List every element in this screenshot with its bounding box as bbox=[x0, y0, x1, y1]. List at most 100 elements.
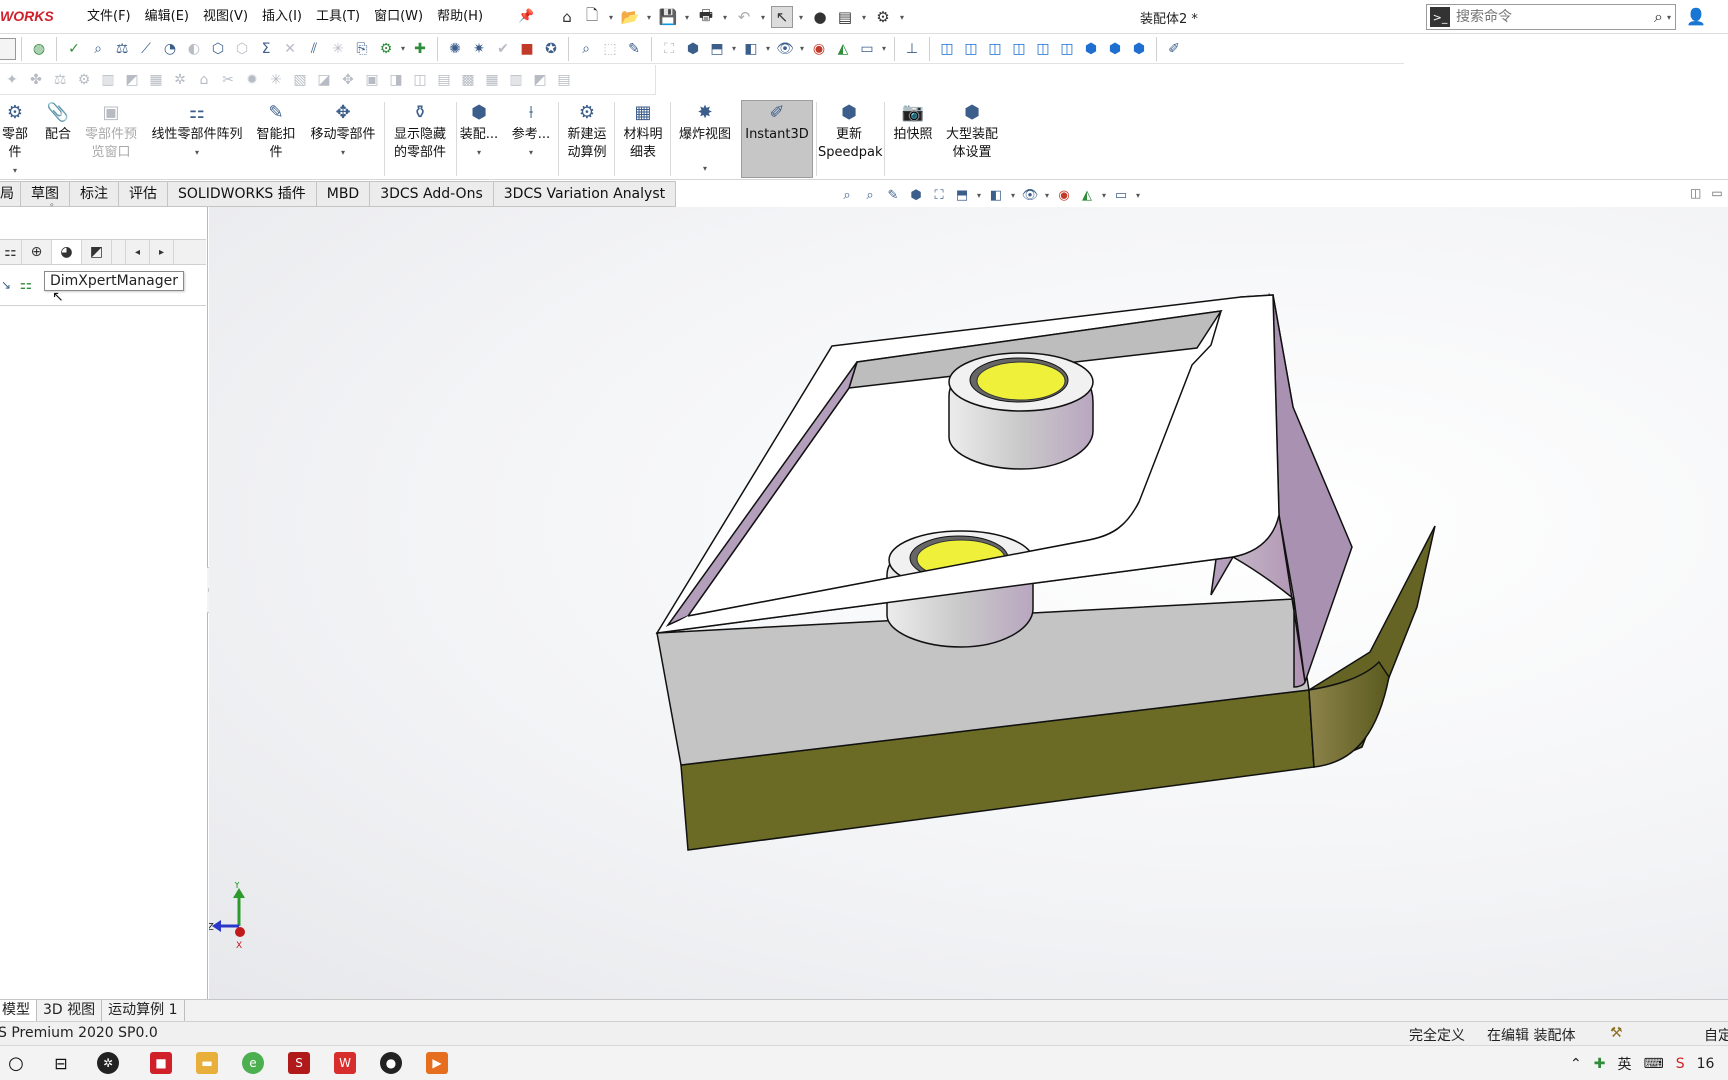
user-icon[interactable]: 👤 bbox=[1686, 7, 1706, 26]
measure-icon[interactable]: ⌕ bbox=[86, 37, 110, 61]
obs-icon[interactable]: ● bbox=[380, 1052, 402, 1074]
chevron-down-icon[interactable]: ▾ bbox=[1667, 13, 1671, 22]
chevron-down-icon[interactable]: ▾ bbox=[879, 44, 889, 53]
chevron-down-icon[interactable]: ▾ bbox=[897, 13, 907, 22]
chevron-left-icon[interactable]: ◂ bbox=[126, 240, 150, 264]
chevron-down-icon[interactable]: ▾ bbox=[729, 44, 739, 53]
tool-icon[interactable]: ▤ bbox=[552, 68, 576, 92]
chevron-down-icon[interactable]: ▾ bbox=[1042, 191, 1052, 200]
display-monitor-icon[interactable]: ▭ bbox=[855, 37, 879, 61]
menu-insert[interactable]: 插入(I) bbox=[255, 0, 309, 34]
normal-to-icon[interactable]: ⊥ bbox=[900, 37, 924, 61]
chevron-down-icon[interactable]: ▾ bbox=[974, 191, 984, 200]
tool-icon[interactable]: ▦ bbox=[480, 68, 504, 92]
chevron-down-icon[interactable]: ▾ bbox=[1099, 191, 1109, 200]
ime-indicator[interactable]: 英 bbox=[1617, 1054, 1631, 1074]
media-player-icon[interactable]: ▶ bbox=[426, 1052, 448, 1074]
tool-icon[interactable]: ▤ bbox=[432, 68, 456, 92]
edit-appearance-icon[interactable]: ◉ bbox=[807, 37, 831, 61]
tray-app-icon[interactable]: ✚ bbox=[1594, 1056, 1606, 1072]
rebuild-icon[interactable]: ✺ bbox=[443, 37, 467, 61]
interference-icon[interactable]: ◔ bbox=[158, 37, 182, 61]
configuration-dropdown[interactable] bbox=[0, 37, 16, 60]
menu-help[interactable]: 帮助(H) bbox=[430, 0, 490, 34]
appearance-icon[interactable]: ◍ bbox=[27, 37, 51, 61]
take-snapshot-button[interactable]: 📷 拍快照 bbox=[888, 104, 938, 144]
keyboard-icon[interactable]: ⌨ bbox=[1643, 1056, 1663, 1072]
symmetry-icon[interactable]: ✳ bbox=[326, 37, 350, 61]
show-hidden-components-button[interactable]: ⚱ 显示隐藏 的零部件 bbox=[388, 104, 452, 162]
tab-markup[interactable]: 标注 bbox=[70, 181, 119, 207]
component-preview-button[interactable]: ▣ 零部件预 览窗口 bbox=[80, 104, 142, 162]
move-component-button[interactable]: ✥ 移动零部件 ▾ bbox=[306, 104, 380, 162]
print-icon[interactable]: 🖶 bbox=[695, 6, 717, 28]
tool-icon[interactable]: ▣ bbox=[360, 68, 384, 92]
3d-view-icon[interactable]: ⬢ bbox=[681, 37, 705, 61]
insert-component-button[interactable]: ⚙ 零部件 ▾ bbox=[0, 104, 34, 180]
browser-e-icon[interactable]: e bbox=[242, 1052, 264, 1074]
right-view-icon[interactable]: ◫ bbox=[1007, 37, 1031, 61]
display-manager-tab-icon[interactable]: ◩ bbox=[82, 240, 112, 264]
sensor-icon[interactable]: ✕ bbox=[278, 37, 302, 61]
model-render[interactable] bbox=[209, 207, 1728, 999]
dimxpert-manager-tab-icon[interactable]: ◕ bbox=[52, 240, 82, 264]
chevron-down-icon[interactable]: ▾ bbox=[644, 13, 654, 22]
chevron-down-icon[interactable]: ▾ bbox=[682, 13, 692, 22]
tab-model[interactable]: 模型 bbox=[0, 1000, 37, 1021]
tab-3dcs-variation-analyst[interactable]: 3DCS Variation Analyst bbox=[493, 181, 677, 207]
gear-icon[interactable]: ⚙ bbox=[872, 6, 894, 28]
pin-icon[interactable]: 📌 bbox=[518, 9, 534, 24]
app-youdao-icon[interactable]: ■ bbox=[150, 1052, 172, 1074]
chevron-down-icon[interactable]: ▾ bbox=[758, 13, 768, 22]
tool-icon[interactable]: ◩ bbox=[120, 68, 144, 92]
ruler-icon[interactable]: ✐ bbox=[1162, 37, 1186, 61]
section-view-icon[interactable]: ✎ bbox=[622, 37, 646, 61]
undo-icon[interactable]: ↶ bbox=[733, 6, 755, 28]
chevron-down-icon[interactable]: ▾ bbox=[763, 44, 773, 53]
clearance-icon[interactable]: ◐ bbox=[182, 37, 206, 61]
tool-icon[interactable]: ▥ bbox=[96, 68, 120, 92]
graphics-viewport[interactable]: Y Z X bbox=[209, 207, 1728, 999]
tab-layout[interactable]: 局 bbox=[0, 181, 21, 207]
dimetric-view-icon[interactable]: ⬢ bbox=[1127, 37, 1151, 61]
chevron-down-icon[interactable]: ▾ bbox=[796, 13, 806, 22]
tool-icon[interactable]: ✥ bbox=[336, 68, 360, 92]
zoom-to-fit-icon[interactable]: ⌕ bbox=[836, 184, 858, 206]
tool-icon[interactable]: ⚖ bbox=[48, 68, 72, 92]
chevron-down-icon[interactable]: ▾ bbox=[1133, 191, 1143, 200]
large-assembly-settings-button[interactable]: ⬢ 大型装配 体设置 bbox=[940, 104, 1004, 162]
view-orientation-icon[interactable]: ⬒ bbox=[705, 37, 729, 61]
panel-grip-icon[interactable]: ⚬ bbox=[48, 201, 56, 211]
back-view-icon[interactable]: ◫ bbox=[959, 37, 983, 61]
left-view-icon[interactable]: ◫ bbox=[983, 37, 1007, 61]
stop-icon[interactable]: ■ bbox=[515, 37, 539, 61]
tool-icon[interactable]: ⌂ bbox=[192, 68, 216, 92]
chevron-down-icon[interactable]: ▾ bbox=[398, 44, 408, 53]
property-manager-tab-icon[interactable]: ⊕ bbox=[22, 240, 52, 264]
mate-button[interactable]: 📎 配合 bbox=[40, 104, 76, 144]
menu-file[interactable]: 文件(F) bbox=[80, 0, 138, 34]
trimetric-view-icon[interactable]: ⬢ bbox=[1103, 37, 1127, 61]
tool-icon[interactable]: ◪ bbox=[312, 68, 336, 92]
tab-solidworks-addins[interactable]: SOLIDWORKS 插件 bbox=[168, 181, 317, 207]
macro-icon[interactable]: ⚙ bbox=[374, 37, 398, 61]
rebuild-status-icon[interactable]: ⚒ bbox=[1610, 1025, 1623, 1041]
tool-icon[interactable]: ✤ bbox=[24, 68, 48, 92]
search-icon[interactable]: ⌕ bbox=[1654, 7, 1663, 27]
sogou-ime-icon[interactable]: S bbox=[1676, 1056, 1685, 1072]
tool-icon[interactable]: ▥ bbox=[504, 68, 528, 92]
excel-design-icon[interactable]: ✚ bbox=[408, 37, 432, 61]
dimxpert-icon[interactable]: ⚏ bbox=[14, 273, 38, 297]
file-explorer-icon[interactable]: ▬ bbox=[196, 1052, 218, 1074]
update-speedpak-button[interactable]: ⬢ 更新 Speedpak bbox=[818, 104, 883, 162]
tab-3dcs-addons[interactable]: 3DCS Add-Ons bbox=[370, 181, 494, 207]
check-mark-icon[interactable]: ✔ bbox=[491, 37, 515, 61]
apply-scene-icon[interactable]: ◭ bbox=[1076, 184, 1098, 206]
menu-edit[interactable]: 编辑(E) bbox=[138, 0, 196, 34]
feature-manager-tab-icon[interactable]: ⚏ bbox=[0, 240, 22, 264]
view-orientation-icon[interactable]: ⬒ bbox=[951, 184, 973, 206]
task-view-icon[interactable]: ⊟ bbox=[50, 1052, 72, 1074]
tool-icon[interactable]: ◨ bbox=[384, 68, 408, 92]
isometric-view-icon[interactable]: ⬢ bbox=[1079, 37, 1103, 61]
options-icon[interactable]: ✪ bbox=[539, 37, 563, 61]
